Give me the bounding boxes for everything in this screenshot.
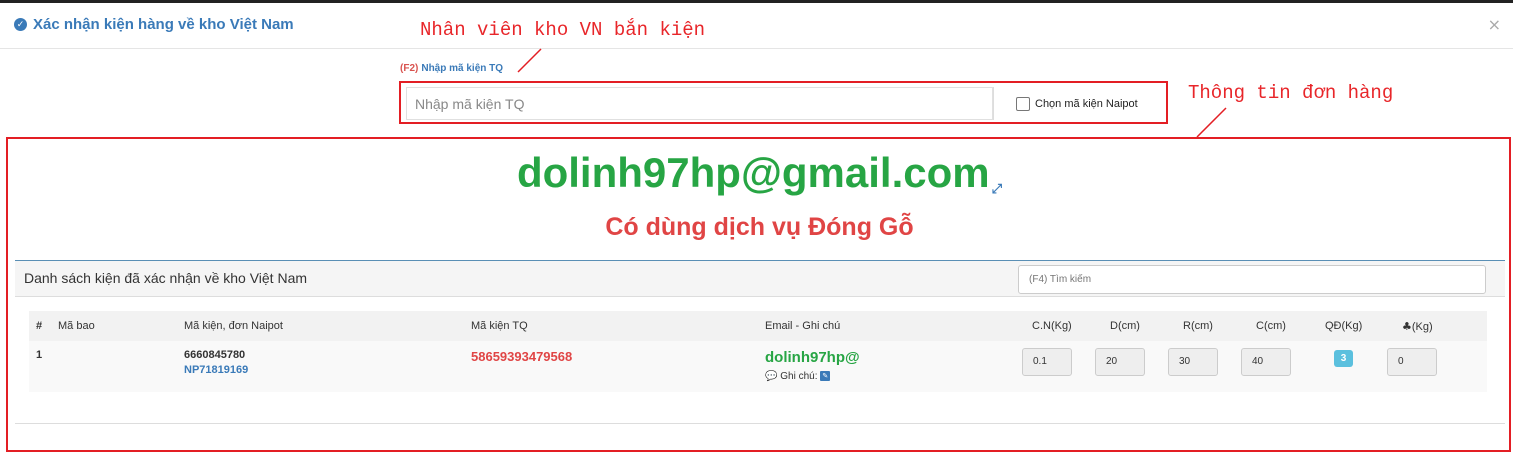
row-index: 1: [36, 349, 43, 361]
panel-header: Danh sách kiện đã xác nhận về kho Việt N…: [15, 261, 1505, 297]
naipot-checkbox-area[interactable]: Chọn mã kiện Naipot: [993, 87, 1165, 120]
table-header: # Mã bao Mã kiện, đơn Naipot Mã kiện TQ …: [29, 311, 1487, 341]
col-email-note: Email - Ghi chú: [765, 320, 841, 332]
close-button[interactable]: ×: [1488, 15, 1501, 34]
height-input[interactable]: 40: [1241, 348, 1291, 376]
annotation-order-info: Thông tin đơn hàng: [1188, 82, 1394, 104]
col-cn-code: Mã kiện TQ: [471, 320, 528, 332]
col-height: C(cm): [1256, 320, 1286, 332]
row-package-code: 6660845780: [184, 349, 246, 361]
expand-icon[interactable]: ⤢: [992, 182, 1002, 197]
row-cn-code: 58659393479568: [471, 349, 573, 364]
modal-title-text: Xác nhận kiện hàng về kho Việt Nam: [33, 16, 294, 33]
table-row: 1 6660845780 NP71819169 58659393479568 d…: [29, 341, 1487, 392]
naipot-checkbox[interactable]: [1016, 96, 1030, 111]
edit-note-icon[interactable]: ✎: [820, 371, 831, 382]
naipot-checkbox-label: Chọn mã kiện Naipot: [1035, 97, 1138, 110]
scan-key-hint: (F2): [400, 63, 419, 74]
col-length: D(cm): [1110, 320, 1140, 332]
check-circle-icon: ✓: [14, 18, 27, 31]
converted-weight-badge: 3: [1334, 350, 1353, 367]
confirmed-list-panel: Danh sách kiện đã xác nhận về kho Việt N…: [15, 260, 1505, 424]
col-bag: Mã bao: [58, 320, 95, 332]
col-weight: C.N(Kg): [1032, 320, 1072, 332]
length-input[interactable]: 20: [1095, 348, 1145, 376]
modal-header: ✓ Xác nhận kiện hàng về kho Việt Nam ×: [0, 3, 1513, 49]
weight-input[interactable]: 0.1: [1022, 348, 1072, 376]
col-extra-label: (Kg): [1411, 321, 1433, 333]
row-note: 💬 Ghi chú: ✎: [765, 371, 831, 382]
col-package: Mã kiện, đơn Naipot: [184, 320, 283, 332]
customer-email-text: dolinh97hp@gmail.com: [516, 149, 990, 196]
panel-title: Danh sách kiện đã xác nhận về kho Việt N…: [24, 270, 308, 286]
comment-icon: 💬: [765, 371, 778, 382]
tree-icon: ♣: [1402, 320, 1412, 333]
customer-email: dolinh97hp@gmail.com ⤢: [8, 149, 1511, 197]
col-converted: QĐ(Kg): [1325, 320, 1363, 332]
modal-title: ✓ Xác nhận kiện hàng về kho Việt Nam: [14, 16, 294, 33]
extra-weight-input[interactable]: 0: [1387, 348, 1437, 376]
order-info-box: dolinh97hp@gmail.com ⤢ Có dùng dịch vụ Đó…: [6, 137, 1511, 452]
annotation-line-staff: [517, 48, 542, 73]
service-notice: Có dùng dịch vụ Đóng Gỗ: [605, 213, 914, 241]
search-input[interactable]: [1018, 265, 1486, 294]
col-extra: ♣(Kg): [1402, 320, 1433, 333]
row-email: dolinh97hp@: [765, 349, 860, 366]
scan-label-text: Nhập mã kiện TQ: [421, 63, 504, 74]
annotation-line-order: [1196, 107, 1227, 138]
annotation-staff: Nhân viên kho VN bắn kiện: [420, 19, 706, 41]
row-note-label: Ghi chú:: [780, 371, 818, 382]
scan-box: Chọn mã kiện Naipot: [399, 81, 1168, 124]
scan-label: (F2) Nhập mã kiện TQ: [400, 63, 503, 74]
scan-input[interactable]: [406, 87, 993, 120]
col-width: R(cm): [1183, 320, 1213, 332]
col-index: #: [36, 320, 43, 332]
row-naipot-order-link[interactable]: NP71819169: [184, 364, 248, 376]
width-input[interactable]: 30: [1168, 348, 1218, 376]
